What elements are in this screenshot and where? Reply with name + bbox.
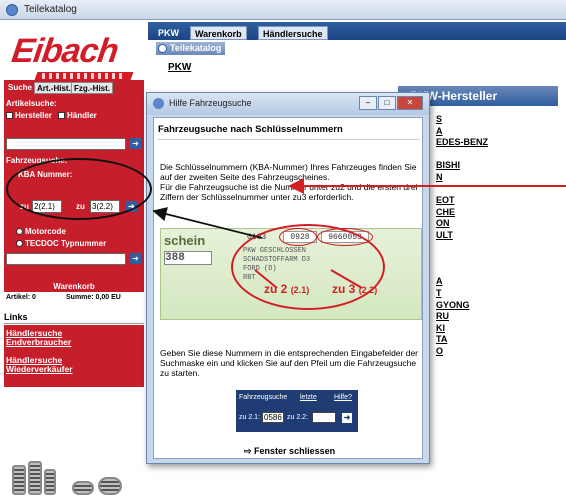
red-pointer-zu3 bbox=[330, 269, 363, 289]
black-arrow bbox=[152, 207, 263, 239]
annotation-arrows bbox=[152, 178, 566, 289]
red-pointer-zu2 bbox=[254, 269, 278, 289]
